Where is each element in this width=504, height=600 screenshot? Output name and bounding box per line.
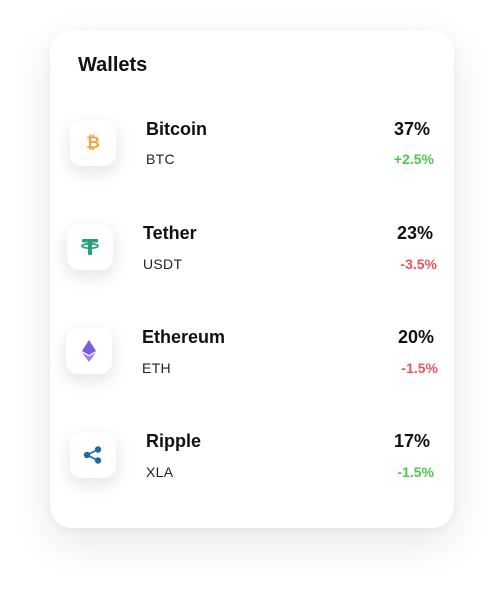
wallet-change: -1.5% xyxy=(401,360,438,376)
wallet-row-bitcoin[interactable]: ₿ Bitcoin BTC 37% +2.5% xyxy=(0,108,504,198)
wallet-change: -1.5% xyxy=(397,464,434,480)
wallet-name: Bitcoin xyxy=(146,119,207,139)
wallet-percent: 37% xyxy=(393,119,430,139)
wallet-percent: 17% xyxy=(393,431,430,451)
svg-text:₿: ₿ xyxy=(86,133,100,152)
wallet-symbol: XLA xyxy=(146,464,174,480)
bitcoin-icon-tile: ₿ xyxy=(70,120,116,166)
wallet-change: -3.5% xyxy=(400,256,437,272)
wallet-percent: 23% xyxy=(396,223,433,243)
tether-icon xyxy=(81,239,99,255)
wallet-change: +2.5% xyxy=(393,151,434,167)
wallet-row-ethereum[interactable]: Ethereum ETH 20% -1.5% xyxy=(0,316,504,406)
wallet-symbol: ETH xyxy=(142,360,171,376)
wallet-name: Tether xyxy=(143,223,197,243)
ripple-icon xyxy=(83,446,102,464)
wallet-name: Ripple xyxy=(146,431,202,451)
bitcoin-icon: ₿ xyxy=(86,133,100,152)
wallets-title: Wallets xyxy=(78,54,148,76)
wallet-symbol: USDT xyxy=(143,256,183,272)
wallet-symbol: BTC xyxy=(146,151,175,167)
wallet-row-ripple[interactable]: Ripple XLA 17% -1.5% xyxy=(0,420,504,510)
wallet-row-tether[interactable]: Tether USDT 23% -3.5% xyxy=(0,212,504,302)
ripple-icon-tile xyxy=(70,432,116,478)
ethereum-icon-tile xyxy=(66,328,112,374)
tether-icon-tile xyxy=(67,224,113,270)
wallet-percent: 20% xyxy=(397,327,434,347)
wallet-name: Ethereum xyxy=(142,327,226,347)
ethereum-icon xyxy=(82,340,96,362)
